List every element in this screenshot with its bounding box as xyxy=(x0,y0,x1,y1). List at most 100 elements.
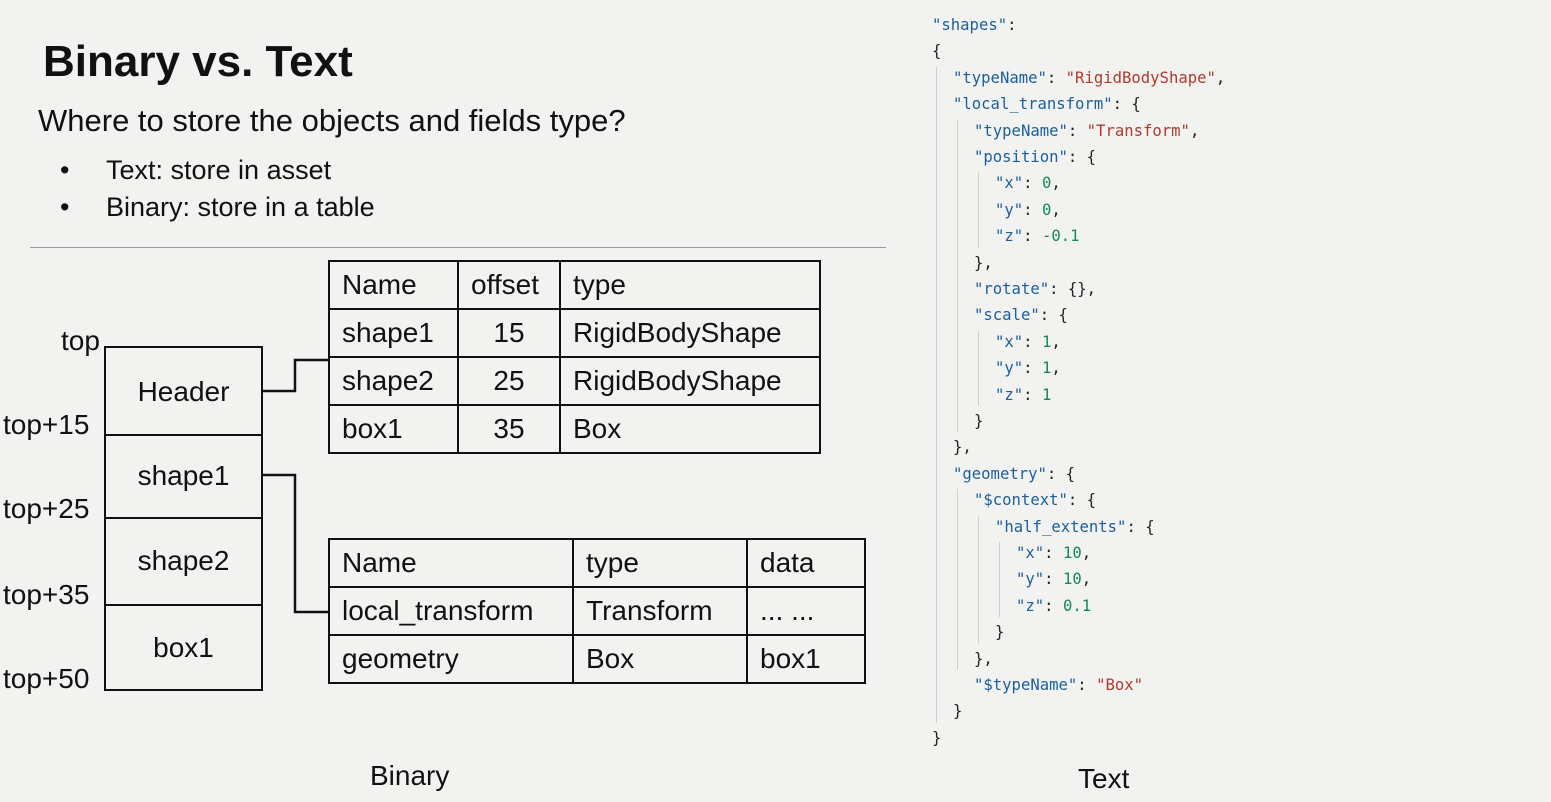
table-row: local_transform Transform ... ... xyxy=(328,586,866,636)
code-token: } xyxy=(932,728,942,747)
code-token: : { xyxy=(1112,95,1141,114)
table-cell: Box xyxy=(559,404,821,454)
code-line: "x": 10, xyxy=(1016,540,1091,566)
code-token: "rotate" xyxy=(974,280,1050,298)
code-token: } xyxy=(953,702,963,721)
code-token: : { xyxy=(1126,517,1155,536)
code-token: , xyxy=(1051,359,1061,378)
code-token: "y" xyxy=(1016,570,1045,589)
code-token: : xyxy=(1023,174,1042,193)
code-token: 0 xyxy=(1041,200,1052,219)
table-cell: box1 xyxy=(328,404,459,454)
code-line: } xyxy=(953,698,962,724)
code-token: , xyxy=(1215,68,1226,87)
code-token: } xyxy=(995,623,1005,642)
table-cell: RigidBodyShape xyxy=(559,356,821,406)
header-cell-name: Name xyxy=(328,538,574,588)
code-token: "x" xyxy=(995,332,1024,351)
table-row: shape2 25 RigidBodyShape xyxy=(328,356,821,406)
code-line: "y": 0, xyxy=(995,197,1061,223)
code-token: : xyxy=(1023,385,1042,404)
code-token: "local_transform" xyxy=(953,95,1113,114)
code-line: } xyxy=(932,725,941,751)
code-line: "z": -0.1 xyxy=(995,223,1080,249)
code-line: "position": { xyxy=(974,144,1096,170)
indent-guide xyxy=(978,330,979,406)
code-line: }, xyxy=(953,434,972,460)
code-token: "z" xyxy=(1016,596,1045,615)
code-token: : { xyxy=(1039,306,1068,325)
code-line: { xyxy=(932,38,941,64)
table-cell: shape2 xyxy=(328,356,459,406)
header-cell-offset: offset xyxy=(457,260,561,310)
text-caption: Text xyxy=(1078,763,1130,794)
code-token: "z" xyxy=(995,227,1024,246)
code-line: "y": 10, xyxy=(1016,566,1091,592)
code-token: , xyxy=(1081,544,1092,562)
code-token: "z" xyxy=(995,385,1024,404)
code-token: "scale" xyxy=(974,306,1040,325)
code-line: "rotate": {}, xyxy=(974,276,1096,302)
table-row: geometry Box box1 xyxy=(328,634,866,684)
code-token: : xyxy=(1044,596,1063,615)
code-line: "y": 1, xyxy=(995,355,1061,381)
shape1-to-field-table-connector xyxy=(263,473,329,614)
code-token: : {}, xyxy=(1049,280,1097,298)
code-token: "Transform" xyxy=(1086,121,1190,140)
code-token: 1 xyxy=(1041,332,1052,351)
code-token: "$context" xyxy=(974,491,1068,510)
code-token: : xyxy=(1023,200,1042,219)
code-token: : xyxy=(1044,570,1063,589)
table-cell: 25 xyxy=(457,356,561,406)
header-cell-type: type xyxy=(572,538,748,588)
indent-guide xyxy=(978,515,979,644)
code-token: "geometry" xyxy=(953,464,1047,483)
code-token: : xyxy=(1044,544,1063,562)
code-line: "$context": { xyxy=(974,487,1096,513)
code-token: , xyxy=(1051,174,1061,193)
table-cell: shape1 xyxy=(328,308,459,358)
code-line: "local_transform": { xyxy=(953,91,1141,117)
object-table: Name offset type shape1 15 RigidBodyShap… xyxy=(328,260,821,454)
code-token: }, xyxy=(974,649,993,668)
header-cell-name: Name xyxy=(328,260,459,310)
table-cell: local_transform xyxy=(328,586,574,636)
code-token: 10 xyxy=(1062,570,1082,589)
code-token: : xyxy=(1067,121,1087,140)
code-line: "typeName": "RigidBodyShape", xyxy=(953,65,1225,91)
code-token: 0.1 xyxy=(1062,596,1092,615)
table-cell: ... ... xyxy=(746,586,866,636)
code-token: "typeName" xyxy=(974,121,1068,140)
table-cell: box1 xyxy=(746,634,866,684)
code-token: { xyxy=(932,42,942,61)
code-line: } xyxy=(995,619,1004,645)
code-token: "Box" xyxy=(1096,676,1144,694)
code-token: 0 xyxy=(1041,174,1052,193)
code-token: : xyxy=(1023,332,1042,351)
code-line: "shapes": xyxy=(932,12,1017,38)
indent-guide xyxy=(978,172,979,248)
code-line: "x": 0, xyxy=(995,170,1061,196)
code-token: : xyxy=(1007,16,1017,34)
code-token: 10 xyxy=(1062,544,1082,562)
code-line: "geometry": { xyxy=(953,461,1075,487)
code-token: , xyxy=(1051,332,1061,351)
code-token: : { xyxy=(1046,464,1076,483)
code-token: "shapes" xyxy=(932,16,1008,34)
code-token: }, xyxy=(974,253,993,272)
code-token: "x" xyxy=(995,174,1024,193)
table-header-row: Name offset type xyxy=(328,260,821,310)
code-token: -0.1 xyxy=(1041,227,1080,246)
indent-guide xyxy=(957,119,958,433)
code-line: }, xyxy=(974,646,993,672)
code-token: "x" xyxy=(1016,544,1045,562)
header-cell-data: data xyxy=(746,538,866,588)
code-line: "z": 0.1 xyxy=(1016,593,1091,619)
code-token: : xyxy=(1023,227,1042,246)
indent-guide xyxy=(999,542,1000,618)
code-token: "typeName" xyxy=(953,68,1047,87)
json-code-block: "shapes":{"typeName": "RigidBodyShape", "… xyxy=(932,12,1532,752)
code-token: 1 xyxy=(1041,359,1052,378)
indent-guide xyxy=(957,489,958,670)
table-header-row: Name type data xyxy=(328,538,866,588)
